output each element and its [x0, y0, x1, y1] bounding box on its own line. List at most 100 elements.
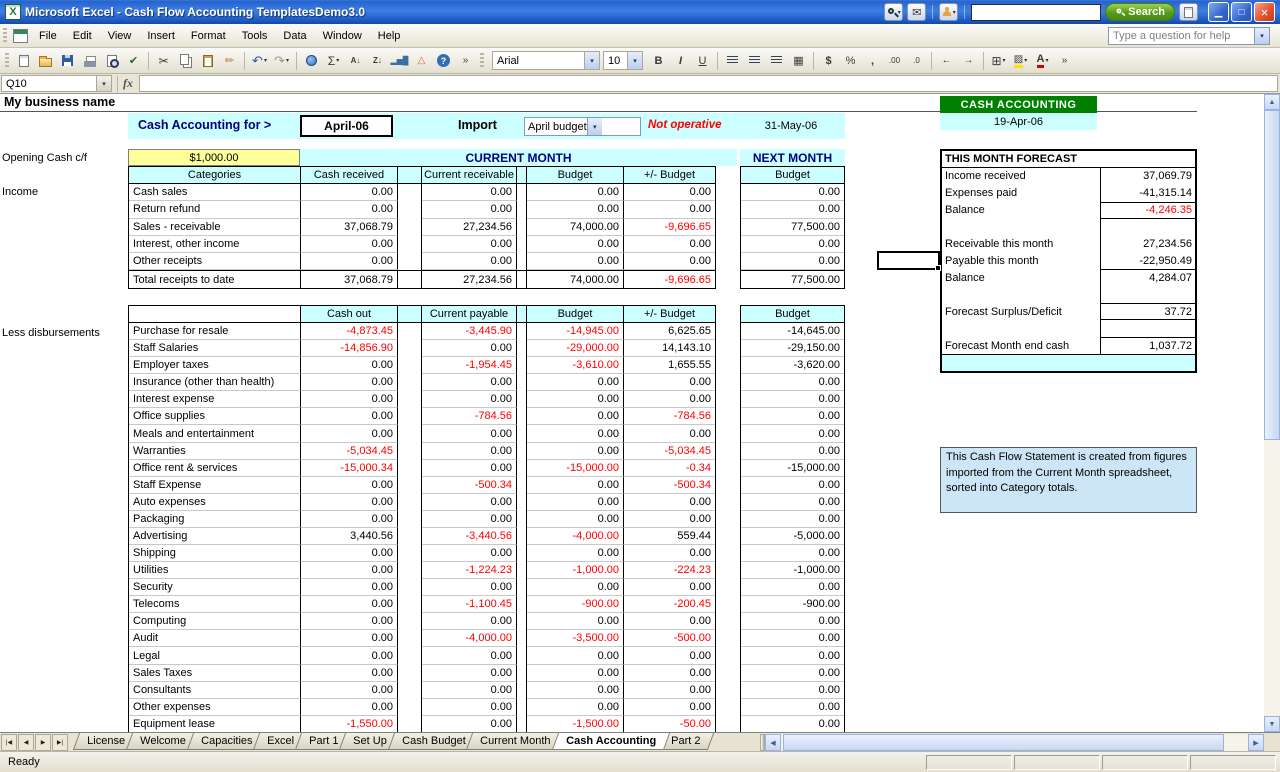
previous-sheet-button[interactable]: ◀	[18, 734, 34, 751]
forecast-label[interactable]: Payable this month	[942, 253, 1100, 270]
forecast-title[interactable]: THIS MONTH FORECAST	[942, 151, 1195, 168]
value-cell[interactable]: 0.00	[301, 391, 398, 408]
value-cell[interactable]: -5,034.45	[624, 443, 715, 460]
value-cell[interactable]: 0.00	[527, 545, 624, 562]
cut-icon[interactable]: ✂	[153, 50, 174, 71]
spacer-cell[interactable]	[517, 184, 527, 201]
category-cell[interactable]: Shipping	[129, 545, 301, 562]
spacer-cell[interactable]	[398, 562, 422, 579]
spacer-cell[interactable]	[398, 477, 422, 494]
help-icon[interactable]	[433, 50, 454, 71]
forecast-value[interactable]: 27,234.56	[1100, 236, 1195, 253]
value-cell[interactable]: -3,500.00	[527, 630, 624, 647]
spacer-cell[interactable]	[517, 477, 527, 494]
spacer-cell[interactable]	[398, 443, 422, 460]
value-cell[interactable]: 0.00	[741, 408, 844, 425]
spacer-cell[interactable]	[398, 596, 422, 613]
chevron-down-icon[interactable]: ▾	[627, 52, 642, 69]
merge-and-center-icon[interactable]: ▦	[788, 50, 809, 71]
value-cell[interactable]: 0.00	[422, 460, 517, 477]
value-cell[interactable]: 0.00	[624, 201, 715, 218]
value-cell[interactable]: 0.00	[527, 236, 624, 253]
paste-icon[interactable]	[197, 50, 218, 71]
value-cell[interactable]: -4,000.00	[422, 630, 517, 647]
value-cell[interactable]: 0.00	[527, 579, 624, 596]
value-cell[interactable]: -5,034.45	[301, 443, 398, 460]
value-cell[interactable]: 0.00	[741, 511, 844, 528]
value-cell[interactable]: 0.00	[741, 647, 844, 664]
scroll-left-icon[interactable]: ◀	[765, 734, 781, 751]
forecast-value[interactable]: 1,037.72	[1100, 337, 1195, 354]
value-cell[interactable]: 0.00	[741, 716, 844, 732]
drawing-icon[interactable]: △	[411, 50, 432, 71]
value-cell[interactable]: 0.00	[422, 374, 517, 391]
value-cell[interactable]: 0.00	[301, 579, 398, 596]
value-cell[interactable]: 3,440.56	[301, 528, 398, 545]
value-cell[interactable]: -3,610.00	[527, 357, 624, 374]
spacer-cell[interactable]	[398, 253, 422, 270]
spacer-cell[interactable]	[517, 425, 527, 442]
month-cell[interactable]: April-06	[300, 115, 393, 137]
titlebar-search-input[interactable]	[971, 4, 1101, 21]
value-cell[interactable]: -784.56	[624, 408, 715, 425]
value-cell[interactable]: 74,000.00	[527, 270, 624, 287]
value-cell[interactable]: 0.00	[527, 665, 624, 682]
menu-insert[interactable]: Insert	[139, 27, 183, 45]
value-cell[interactable]: 0.00	[422, 253, 517, 270]
category-cell[interactable]: Utilities	[129, 562, 301, 579]
scroll-right-icon[interactable]: ▶	[1248, 734, 1264, 751]
forecast-label[interactable]	[942, 286, 1100, 303]
value-cell[interactable]: -4,000.00	[527, 528, 624, 545]
category-cell[interactable]: Total receipts to date	[129, 270, 301, 287]
spacer-cell[interactable]	[398, 716, 422, 732]
excel-app-icon[interactable]: X	[5, 4, 21, 20]
category-cell[interactable]: Meals and entertainment	[129, 425, 301, 442]
statement-date-cell[interactable]: 31-May-06	[737, 113, 845, 139]
value-cell[interactable]: 0.00	[741, 682, 844, 699]
value-cell[interactable]: -1,550.00	[301, 716, 398, 732]
save-icon[interactable]	[57, 50, 78, 71]
spacer-cell[interactable]	[517, 357, 527, 374]
sheet-tab-current-month[interactable]: Current Month	[466, 733, 565, 750]
opening-cash-cell[interactable]: $1,000.00	[128, 149, 300, 166]
value-cell[interactable]: -1,500.00	[527, 716, 624, 732]
menu-tools[interactable]: Tools	[234, 27, 276, 45]
value-cell[interactable]: 0.00	[422, 579, 517, 596]
value-cell[interactable]: -29,000.00	[527, 340, 624, 357]
vertical-scroll-thumb[interactable]	[1264, 110, 1280, 440]
column-header-cell[interactable]: +/- Budget	[624, 306, 715, 323]
spacer-cell[interactable]	[398, 201, 422, 218]
spacer-cell[interactable]	[398, 425, 422, 442]
spacer-cell[interactable]	[398, 391, 422, 408]
insert-function-icon[interactable]: fx	[123, 76, 133, 91]
column-header-cell[interactable]: Budget	[527, 167, 624, 184]
forecast-label[interactable]: Balance	[942, 269, 1100, 286]
value-cell[interactable]: 0.00	[624, 699, 715, 716]
value-cell[interactable]: -900.00	[527, 596, 624, 613]
category-cell[interactable]: Telecoms	[129, 596, 301, 613]
menu-help[interactable]: Help	[370, 27, 409, 45]
spacer-cell[interactable]	[398, 460, 422, 477]
value-cell[interactable]: 0.00	[422, 511, 517, 528]
value-cell[interactable]: 0.00	[741, 494, 844, 511]
value-cell[interactable]: 0.00	[741, 253, 844, 270]
value-cell[interactable]: 0.00	[301, 201, 398, 218]
value-cell[interactable]: 77,500.00	[741, 270, 844, 287]
chart-wizard-icon[interactable]: ▂▅█	[389, 50, 410, 71]
value-cell[interactable]: 0.00	[422, 201, 517, 218]
value-cell[interactable]: 0.00	[527, 253, 624, 270]
spacer-cell[interactable]	[517, 562, 527, 579]
value-cell[interactable]: 37,068.79	[301, 219, 398, 236]
value-cell[interactable]: 0.00	[624, 545, 715, 562]
value-cell[interactable]: 0.00	[741, 699, 844, 716]
category-cell[interactable]: Audit	[129, 630, 301, 647]
vertical-scrollbar[interactable]: ▲ ▼	[1264, 94, 1280, 732]
value-cell[interactable]: 0.00	[527, 408, 624, 425]
category-cell[interactable]: Insurance (other than health)	[129, 374, 301, 391]
spacer-cell[interactable]	[398, 579, 422, 596]
value-cell[interactable]: 0.00	[624, 253, 715, 270]
value-cell[interactable]: 0.00	[301, 665, 398, 682]
name-box-dropdown[interactable]: ▾	[97, 75, 112, 92]
value-cell[interactable]: 0.00	[301, 511, 398, 528]
value-cell[interactable]: 0.00	[527, 201, 624, 218]
